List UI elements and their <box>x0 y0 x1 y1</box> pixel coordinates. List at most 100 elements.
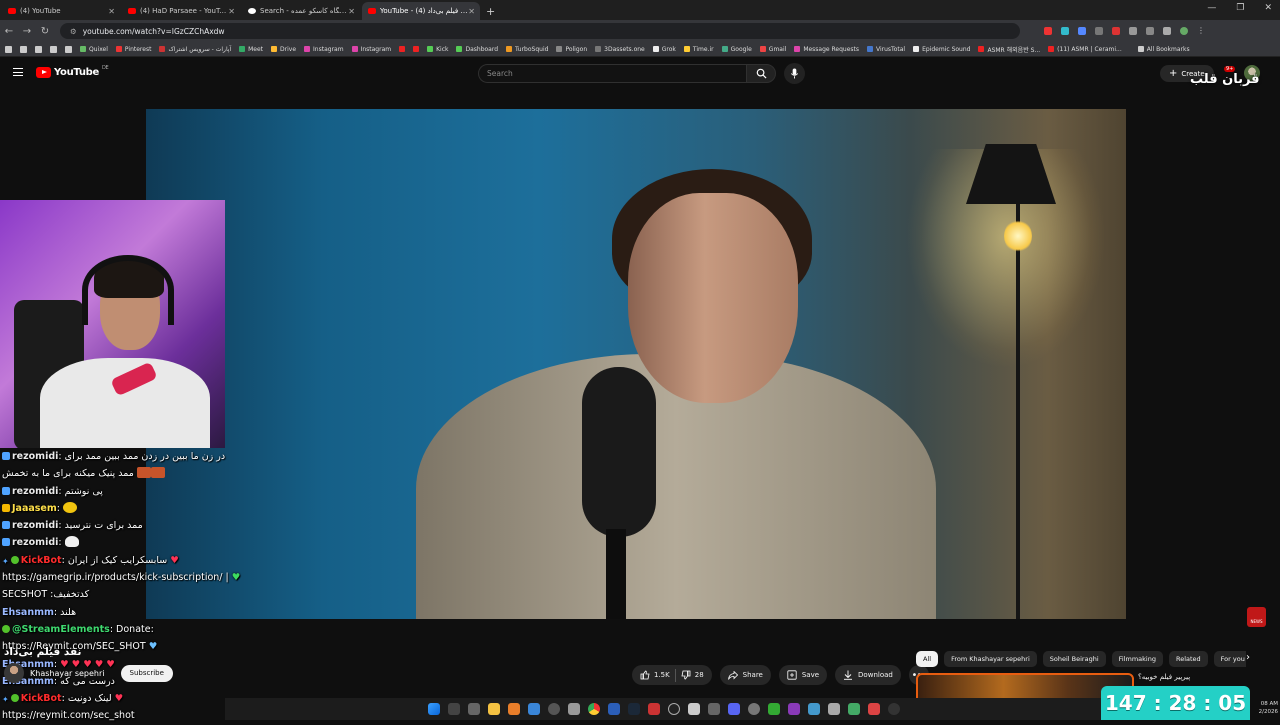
close-icon[interactable]: ✕ <box>108 7 115 16</box>
bookmark-item[interactable]: Google <box>721 46 752 53</box>
browser-tab-active[interactable]: YouTube - نقد فیلم بی‌داد (4) ✕ <box>362 2 480 20</box>
app-icon[interactable] <box>568 703 580 715</box>
mail-icon[interactable] <box>528 703 540 715</box>
extension-icon[interactable] <box>1129 27 1137 35</box>
discord-icon[interactable] <box>728 703 740 715</box>
menu-icon[interactable]: ⋮ <box>1197 27 1205 35</box>
close-icon[interactable]: ✕ <box>348 7 355 16</box>
bookmark-item[interactable]: Instagram <box>351 46 391 53</box>
extension-icon[interactable] <box>1061 27 1069 35</box>
channel-avatar[interactable] <box>4 663 24 683</box>
site-info-icon[interactable]: ⚙ <box>70 27 77 36</box>
browser-tab[interactable]: (4) HaD Parsaee - YouTube ✕ <box>122 2 240 20</box>
forward-icon[interactable]: → <box>18 26 36 37</box>
extension-icon[interactable] <box>1146 27 1154 35</box>
chip-related[interactable]: Related <box>1168 651 1208 667</box>
rider-icon[interactable] <box>788 703 800 715</box>
address-bar[interactable]: ⚙ youtube.com/watch?v=IGzCZChAxdw <box>60 23 1020 39</box>
app-icon[interactable] <box>708 703 720 715</box>
bookmark-item[interactable]: آپارات - سرویس اشتراک <box>159 46 231 53</box>
like-button[interactable]: 1.5K <box>640 670 670 680</box>
bookmark-item[interactable]: Quixel <box>80 46 108 53</box>
bookmark-item[interactable]: TurboSquid <box>506 46 548 53</box>
bookmark-item[interactable]: Dashboard <box>456 46 498 53</box>
bookmark-icon[interactable] <box>20 45 27 53</box>
app-icon[interactable] <box>848 703 860 715</box>
bookmark-item[interactable]: (11) ASMR | Cerami... <box>1048 46 1122 53</box>
bookmark-item[interactable]: Epidemic Sound <box>913 46 970 53</box>
bookmark-item[interactable]: Message Requests <box>794 46 859 53</box>
task-view-icon[interactable] <box>468 703 480 715</box>
play-icon[interactable] <box>888 703 900 715</box>
bookmark-item[interactable]: Kick <box>427 46 448 53</box>
browser-tab[interactable]: Search - فروشگاه کاسکو عمده ✕ <box>242 2 360 20</box>
chip-filmmaking[interactable]: Filmmaking <box>1111 651 1163 667</box>
save-button[interactable]: Save <box>778 665 828 685</box>
bookmark-item[interactable]: 3Dassets.one <box>595 46 645 53</box>
video-player[interactable] <box>146 109 1126 619</box>
file-explorer-icon[interactable] <box>488 703 500 715</box>
bookmark-item[interactable]: Instagram <box>304 46 344 53</box>
close-window-icon[interactable]: ✕ <box>1264 3 1272 13</box>
extension-icon[interactable] <box>1112 27 1120 35</box>
close-icon[interactable]: ✕ <box>468 7 475 16</box>
windows-start-icon[interactable] <box>428 703 440 715</box>
recommended-video-title[interactable]: پیرپیر فیلم خوبیه؟ <box>1138 673 1190 681</box>
bookmark-icon[interactable] <box>50 45 57 53</box>
bookmark-icon[interactable] <box>35 45 42 53</box>
extension-icon[interactable] <box>1078 27 1086 35</box>
subscribe-button[interactable]: Subscribe <box>120 664 173 682</box>
minimize-icon[interactable]: — <box>1207 3 1216 13</box>
chip-all[interactable]: All <box>916 651 939 667</box>
browser-tab[interactable]: (4) YouTube ✕ <box>2 2 120 20</box>
app-icon[interactable] <box>748 703 760 715</box>
search-button[interactable] <box>746 64 776 83</box>
search-input[interactable]: Search <box>478 64 746 83</box>
voice-search-button[interactable] <box>784 63 805 84</box>
bookmark-icon[interactable] <box>65 45 72 53</box>
word-icon[interactable] <box>608 703 620 715</box>
extension-icon[interactable] <box>1163 27 1171 35</box>
bookmark-item[interactable]: ASMR 해외음반 S... <box>978 45 1040 54</box>
app-icon[interactable] <box>808 703 820 715</box>
bookmark-item[interactable]: Gmail <box>759 46 786 53</box>
chip-for-you[interactable]: For you <box>1213 651 1246 667</box>
chevron-right-icon[interactable]: › <box>1246 652 1250 663</box>
menu-hamburger-icon[interactable] <box>13 68 23 76</box>
reload-icon[interactable]: ↻ <box>36 26 54 37</box>
maximize-icon[interactable]: ❐ <box>1236 3 1244 13</box>
bookmark-item[interactable]: Meet <box>239 46 263 53</box>
search-icon[interactable] <box>448 703 460 715</box>
share-button[interactable]: Share <box>719 665 771 685</box>
app-icon[interactable] <box>648 703 660 715</box>
profile-icon[interactable] <box>1180 27 1188 35</box>
download-button[interactable]: Download <box>835 665 901 685</box>
back-icon[interactable]: ← <box>0 26 18 37</box>
new-tab-button[interactable]: + <box>486 5 495 18</box>
bookmark-item[interactable] <box>399 46 406 52</box>
bookmark-icon[interactable] <box>5 45 12 53</box>
app-icon[interactable] <box>768 703 780 715</box>
settings-icon[interactable] <box>548 703 560 715</box>
steam-icon[interactable] <box>628 703 640 715</box>
all-bookmarks-item[interactable]: All Bookmarks <box>1137 46 1190 53</box>
app-icon[interactable] <box>868 703 880 715</box>
channel-name[interactable]: Khashayar sepehri <box>30 669 105 678</box>
extension-icon[interactable] <box>1095 27 1103 35</box>
app-icon[interactable] <box>828 703 840 715</box>
chip-soheil-beiraghi[interactable]: Soheil Beiraghi <box>1042 651 1106 667</box>
obs-icon[interactable] <box>668 703 680 715</box>
bookmark-item[interactable]: Time.ir <box>683 46 714 53</box>
bookmark-item[interactable]: Poligon <box>556 46 587 53</box>
system-clock[interactable]: 08 AM 2/2026 <box>1252 700 1278 716</box>
bookmark-item[interactable]: Grok <box>652 46 676 53</box>
bookmark-item[interactable]: Drive <box>271 46 296 53</box>
dislike-button[interactable]: 28 <box>681 670 704 680</box>
chip-from-channel[interactable]: From Khashayar sepehri <box>944 651 1037 667</box>
bookmark-item[interactable]: VirusTotal <box>867 46 905 53</box>
notepad-icon[interactable] <box>688 703 700 715</box>
media-player-icon[interactable] <box>508 703 520 715</box>
chrome-icon[interactable] <box>588 703 600 715</box>
youtube-logo[interactable]: YouTube DE <box>36 65 109 78</box>
bookmark-item[interactable]: Pinterest <box>115 46 151 53</box>
